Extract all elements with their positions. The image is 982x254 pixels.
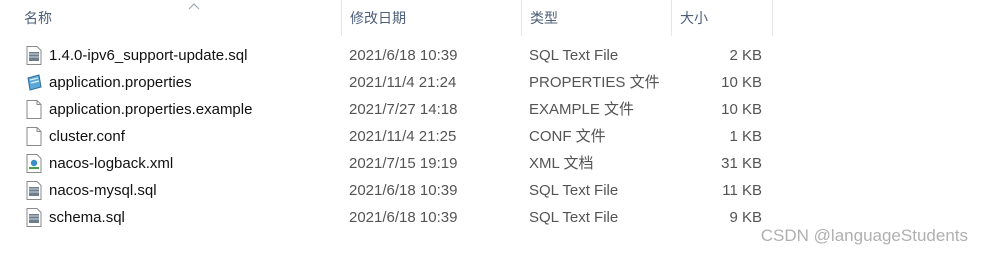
generic-file-icon <box>26 100 42 119</box>
file-modified: 2021/7/15 19:19 <box>349 155 458 172</box>
column-header-modified[interactable]: 修改日期 <box>342 0 522 36</box>
file-name: cluster.conf <box>49 128 125 145</box>
file-modified: 2021/6/18 10:39 <box>349 182 458 199</box>
column-header-type-label: 类型 <box>530 10 558 26</box>
file-row[interactable]: application.properties.example 2021/7/27… <box>0 96 982 123</box>
file-row[interactable]: application.properties 2021/11/4 21:24 P… <box>0 69 982 96</box>
file-size: 11 KB <box>722 182 762 199</box>
file-name: nacos-mysql.sql <box>49 182 157 199</box>
file-type: EXAMPLE 文件 <box>529 101 635 118</box>
file-name: application.properties <box>49 74 192 91</box>
file-type: PROPERTIES 文件 <box>529 74 660 91</box>
file-name: application.properties.example <box>49 101 253 118</box>
column-header-name-label: 名称 <box>24 10 52 26</box>
file-row[interactable]: 1.4.0-ipv6_support-update.sql 2021/6/18 … <box>0 42 982 69</box>
file-size: 2 KB <box>729 47 762 64</box>
file-modified: 2021/6/18 10:39 <box>349 209 458 226</box>
column-header-size-label: 大小 <box>680 10 708 26</box>
file-type: XML 文档 <box>529 155 594 172</box>
file-name: 1.4.0-ipv6_support-update.sql <box>49 47 248 64</box>
file-type: SQL Text File <box>529 47 619 64</box>
sql-file-icon <box>26 181 42 200</box>
column-header-type[interactable]: 类型 <box>522 0 672 36</box>
file-row[interactable]: nacos-logback.xml 2021/7/15 19:19 XML 文档… <box>0 150 982 177</box>
sort-ascending-icon <box>188 3 200 10</box>
file-size: 10 KB <box>721 74 762 91</box>
file-type: SQL Text File <box>529 209 619 226</box>
file-size: 1 KB <box>729 128 762 145</box>
file-type: CONF 文件 <box>529 128 606 145</box>
column-header-name[interactable]: 名称 <box>16 0 342 36</box>
properties-file-icon <box>27 74 42 91</box>
file-modified: 2021/11/4 21:25 <box>349 128 457 145</box>
file-modified: 2021/7/27 14:18 <box>349 101 458 118</box>
file-row[interactable]: nacos-mysql.sql 2021/6/18 10:39 SQL Text… <box>0 177 982 204</box>
file-modified: 2021/6/18 10:39 <box>349 47 458 64</box>
file-row[interactable]: cluster.conf 2021/11/4 21:25 CONF 文件 1 K… <box>0 123 982 150</box>
file-modified: 2021/11/4 21:24 <box>349 74 457 91</box>
column-header-bar: 名称 修改日期 类型 大小 <box>0 0 982 36</box>
sql-file-icon <box>26 208 42 227</box>
file-name: nacos-logback.xml <box>49 155 174 172</box>
generic-file-icon <box>26 127 42 146</box>
file-size: 9 KB <box>729 209 762 226</box>
file-size: 31 KB <box>721 155 762 172</box>
column-header-size[interactable]: 大小 <box>672 0 773 36</box>
column-header-modified-label: 修改日期 <box>350 10 406 26</box>
sql-file-icon <box>26 46 42 65</box>
file-name: schema.sql <box>49 209 125 226</box>
xml-file-icon <box>26 154 42 173</box>
file-size: 10 KB <box>721 101 762 118</box>
file-type: SQL Text File <box>529 182 619 199</box>
watermark: CSDN @languageStudents <box>760 226 968 245</box>
